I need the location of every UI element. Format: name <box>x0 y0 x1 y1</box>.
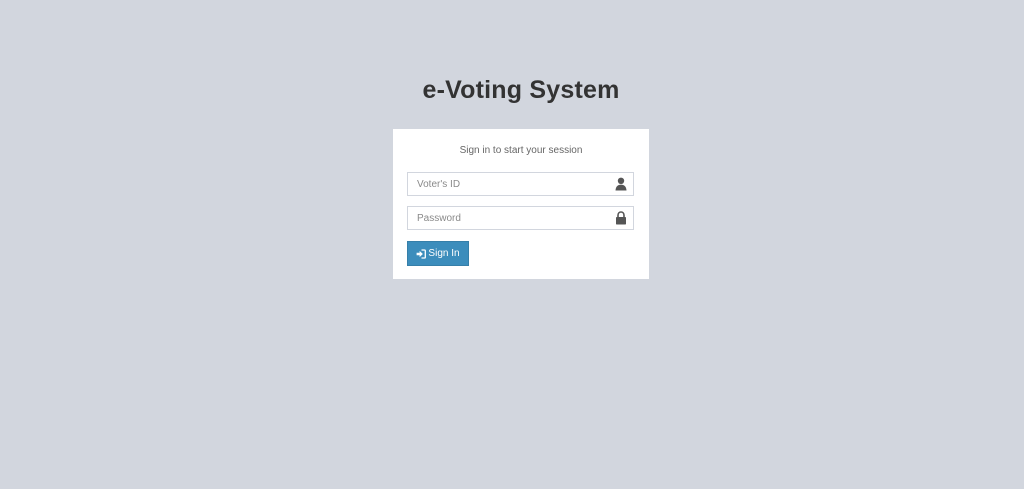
login-box: Sign in to start your session Voter's ID… <box>393 129 649 279</box>
sign-in-button[interactable]: Sign In <box>407 241 469 266</box>
page-title: e-Voting System <box>422 76 620 104</box>
voter-id-field[interactable] <box>407 172 634 196</box>
login-page: e-Voting System Sign in to start your se… <box>0 0 1024 489</box>
login-box-message: Sign in to start your session <box>459 145 583 156</box>
password-input[interactable] <box>408 207 607 229</box>
user-icon <box>615 177 627 191</box>
sign-in-icon <box>416 248 427 259</box>
voter-id-input[interactable] <box>408 173 607 195</box>
sign-in-label: Sign In <box>428 248 460 259</box>
lock-icon <box>615 211 627 225</box>
password-field[interactable] <box>407 206 634 230</box>
